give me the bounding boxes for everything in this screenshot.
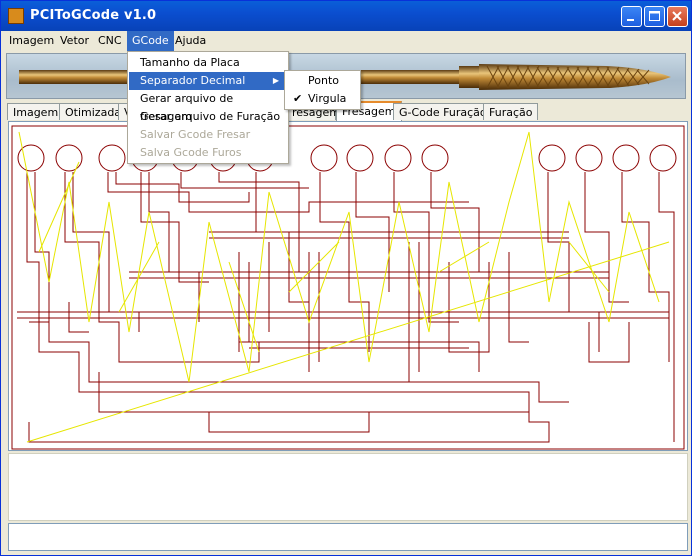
menu-cnc[interactable]: CNC [93,31,127,51]
maximize-icon [649,11,660,21]
minimize-icon [627,19,634,21]
submenu-item-ponto[interactable]: Ponto [286,72,359,90]
gcode-dropdown-menu: Tamanho da Placa Separador Decimal ▶ Ger… [127,51,289,164]
menu-item-salva-gcode-furos: Salva Gcode Furos [140,146,242,159]
tab-otimizada[interactable]: Otimizada [59,103,128,120]
menu-gcode[interactable]: GCode [127,31,174,51]
output-panel [8,453,688,521]
menu-item-gerar-fresagem[interactable]: Gerar arquivo de fresagem [129,90,287,123]
close-icon [672,11,682,21]
menu-item-separador-decimal[interactable]: Separador Decimal ▶ [129,72,287,90]
pcb-traces [11,125,685,450]
menu-item-salvar-gcode-fresar: Salvar Gcode Fresar [140,128,251,141]
menu-item-separador-label: Separador Decimal [140,74,246,87]
tab-furacao[interactable]: Furação [483,103,539,120]
pcb-toolpath-drawing [11,125,685,450]
minimize-button[interactable] [621,6,642,27]
menu-ajuda[interactable]: Ajuda [170,31,211,51]
close-button[interactable] [667,6,688,27]
pcb-view[interactable] [8,121,688,451]
menu-item-tamanho-da-placa[interactable]: Tamanho da Placa [129,54,287,72]
menu-vetor[interactable]: Vetor [55,31,94,51]
submenu-item-virgula[interactable]: ✔ Virgula [286,90,359,108]
separador-decimal-submenu: Ponto ✔ Virgula [284,70,361,110]
submenu-arrow-icon: ▶ [272,76,279,85]
menu-item-gerar-furacao[interactable]: Gerar arquivo de Furação [129,108,287,126]
submenu-item-ponto-label: Ponto [308,74,339,87]
menu-imagem[interactable]: Imagem [4,31,59,51]
tab-imagem[interactable]: Imagem [7,103,65,120]
title-bar[interactable]: PCIToGCode v1.0 [1,1,691,31]
check-icon: ✔ [293,92,303,105]
app-window: PCIToGCode v1.0 Imagem Vetor CNC GCode A… [0,0,692,556]
tab-gcode-furacao[interactable]: G-Code Furação [393,103,493,120]
menu-bar: Imagem Vetor CNC GCode Ajuda [1,31,691,51]
app-icon [8,8,24,24]
window-title: PCIToGCode v1.0 [30,8,157,23]
status-bar [8,523,688,551]
submenu-item-virgula-label: Virgula [308,92,347,105]
maximize-button[interactable] [644,6,665,27]
